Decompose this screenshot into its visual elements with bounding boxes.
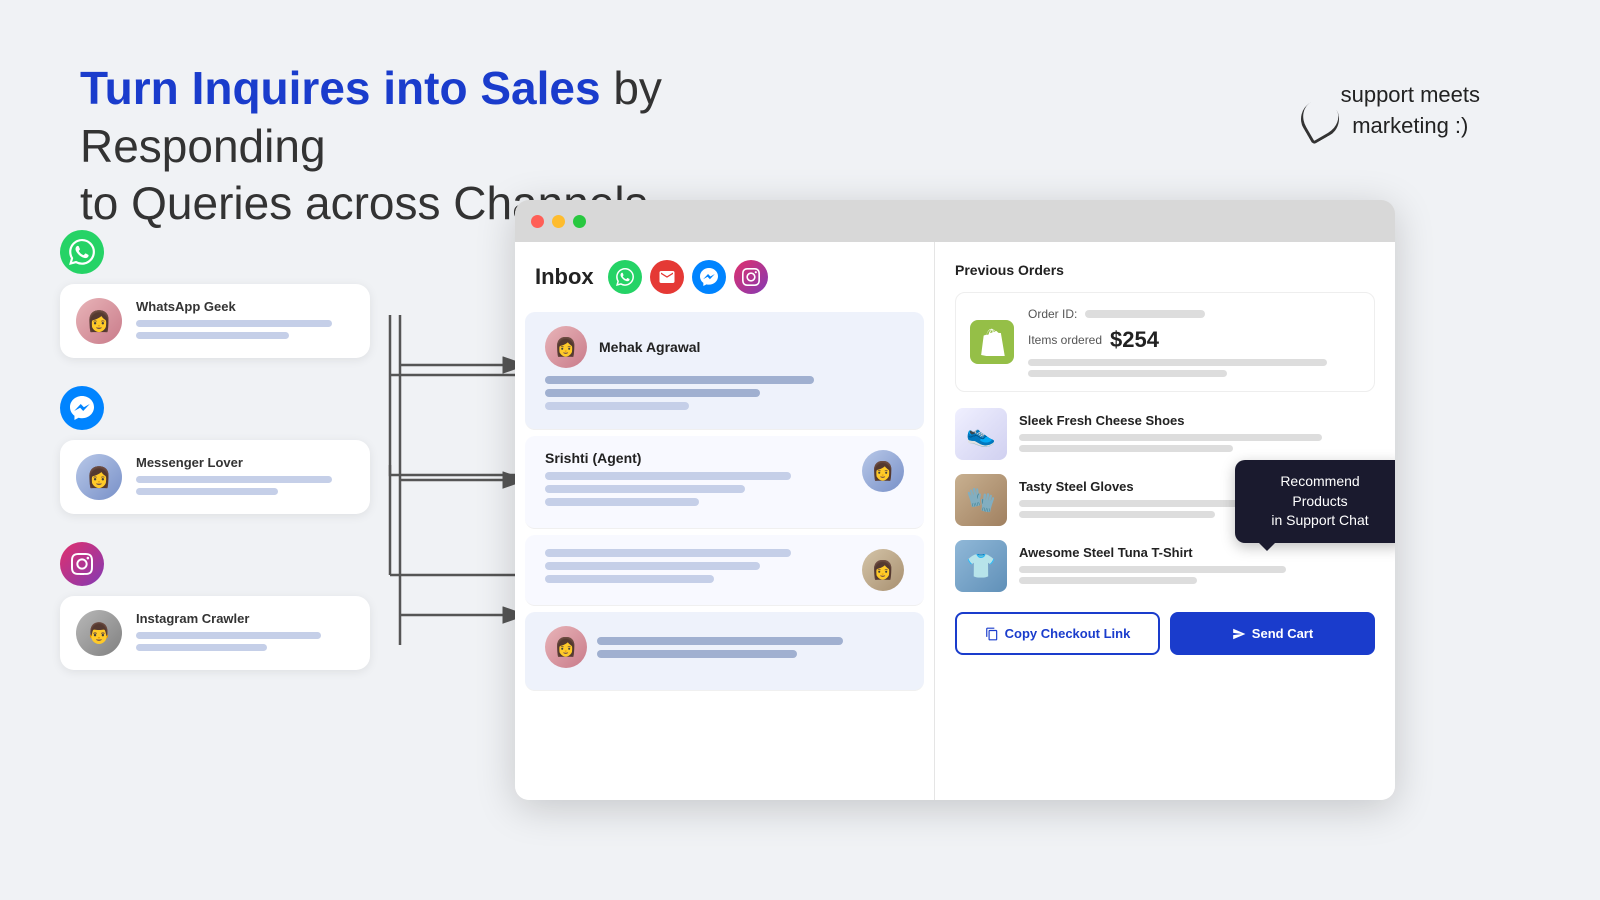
- items-bar-2: [1028, 370, 1227, 377]
- inbox-whatsapp-icon: [608, 260, 642, 294]
- right-panel: Recommend Products in Support Chat Previ…: [935, 242, 1395, 800]
- inbox-email-icon: [650, 260, 684, 294]
- srishti-name: Srishti (Agent): [545, 450, 852, 466]
- messenger-icon: [60, 386, 104, 430]
- gloves-thumb: 🧤: [955, 474, 1007, 526]
- srishti-avatar: 👩: [862, 450, 904, 492]
- support-note: support meets marketing :): [1341, 80, 1480, 142]
- whatsapp-channel-group: 👩 WhatsApp Geek: [60, 230, 370, 358]
- shopify-icon: [970, 320, 1014, 364]
- skeleton: [136, 320, 332, 327]
- inbox-instagram-icon: [734, 260, 768, 294]
- items-bar: [1028, 359, 1327, 366]
- product-tshirt: 👕 Awesome Steel Tuna T-Shirt: [955, 540, 1375, 592]
- skeleton: [136, 644, 267, 651]
- messenger-channel-group: 👩 Messenger Lover: [60, 386, 370, 514]
- items-price: $254: [1110, 327, 1159, 353]
- chat-item-top: 👩 Mehak Agrawal: [545, 326, 904, 368]
- recommend-tooltip: Recommend Products in Support Chat: [1235, 460, 1395, 543]
- channels-section: 👩 WhatsApp Geek 👩 Messenger Lover: [60, 230, 370, 670]
- chat-item-mehak[interactable]: 👩 Mehak Agrawal: [525, 312, 924, 430]
- tshirt-thumb: 👕: [955, 540, 1007, 592]
- tshirt-info: Awesome Steel Tuna T-Shirt: [1019, 545, 1375, 588]
- instagram-card: 👨 Instagram Crawler: [60, 596, 370, 670]
- messenger-name: Messenger Lover: [136, 455, 354, 470]
- browser-titlebar: [515, 200, 1395, 242]
- skeleton: [136, 488, 278, 495]
- order-id-label: Order ID:: [1028, 307, 1077, 321]
- browser-content: Inbox: [515, 242, 1395, 800]
- browser-window: Inbox: [515, 200, 1395, 800]
- instagram-info: Instagram Crawler: [136, 611, 354, 656]
- mehak-avatar: 👩: [545, 326, 587, 368]
- messenger-info: Messenger Lover: [136, 455, 354, 500]
- copy-checkout-link-button[interactable]: Copy Checkout Link: [955, 612, 1160, 655]
- chat4-avatar: 👩: [545, 626, 587, 668]
- whatsapp-name: WhatsApp Geek: [136, 299, 354, 314]
- order-info: Order ID: Items ordered $254: [1028, 307, 1360, 377]
- window-close-dot[interactable]: [531, 215, 544, 228]
- order-id-bar: [1085, 310, 1205, 318]
- instagram-channel-group: 👨 Instagram Crawler: [60, 542, 370, 670]
- chat-item-3[interactable]: 👩: [525, 535, 924, 606]
- product-shoes: 👟 Sleek Fresh Cheese Shoes: [955, 408, 1375, 460]
- instagram-icon: [60, 542, 104, 586]
- whatsapp-icon: [60, 230, 104, 274]
- chat-item-srishti[interactable]: Srishti (Agent) 👩: [525, 436, 924, 529]
- mehak-name: Mehak Agrawal: [599, 339, 700, 355]
- skeleton: [136, 632, 321, 639]
- items-ordered-label: Items ordered: [1028, 333, 1102, 347]
- skeleton: [136, 332, 289, 339]
- send-cart-button[interactable]: Send Cart: [1170, 612, 1375, 655]
- inbox-messenger-icon: [692, 260, 726, 294]
- window-maximize-dot[interactable]: [573, 215, 586, 228]
- headline-bold: Turn Inquires into Sales: [80, 62, 601, 114]
- previous-orders-title: Previous Orders: [955, 262, 1375, 278]
- messenger-avatar: 👩: [76, 454, 122, 500]
- shoes-info: Sleek Fresh Cheese Shoes: [1019, 413, 1375, 456]
- messenger-card: 👩 Messenger Lover: [60, 440, 370, 514]
- chat3-avatar: 👩: [862, 549, 904, 591]
- window-minimize-dot[interactable]: [552, 215, 565, 228]
- inbox-icons: [608, 260, 768, 294]
- shoes-thumb: 👟: [955, 408, 1007, 460]
- skeleton: [136, 476, 332, 483]
- inbox-panel: Inbox: [515, 242, 935, 800]
- inbox-title: Inbox: [535, 264, 594, 290]
- order-card: Order ID: Items ordered $254: [955, 292, 1375, 392]
- inbox-header: Inbox: [515, 242, 934, 306]
- shoes-name: Sleek Fresh Cheese Shoes: [1019, 413, 1375, 428]
- instagram-avatar: 👨: [76, 610, 122, 656]
- tshirt-name: Awesome Steel Tuna T-Shirt: [1019, 545, 1375, 560]
- whatsapp-info: WhatsApp Geek: [136, 299, 354, 344]
- whatsapp-card: 👩 WhatsApp Geek: [60, 284, 370, 358]
- whatsapp-avatar: 👩: [76, 298, 122, 344]
- instagram-name: Instagram Crawler: [136, 611, 354, 626]
- chat-item-4[interactable]: 👩: [525, 612, 924, 691]
- action-buttons: Copy Checkout Link Send Cart: [955, 612, 1375, 655]
